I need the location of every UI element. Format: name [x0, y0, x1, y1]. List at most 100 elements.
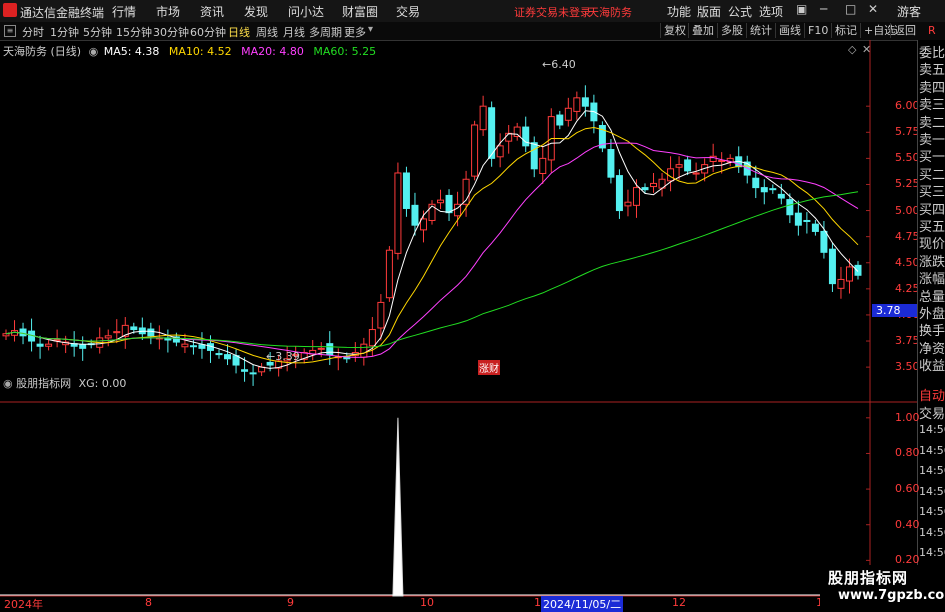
quote-field-label: 涨跌 [919, 254, 945, 270]
tab-period-60min[interactable]: 60分钟 [190, 24, 226, 40]
header-stock-name: 天海防务 [588, 6, 632, 19]
skin-icon[interactable]: ▣ [796, 2, 807, 16]
candle [249, 372, 257, 375]
candle [411, 204, 419, 226]
menu-item-trade[interactable]: 交易 [396, 3, 420, 20]
watermark-title: 股朋指标网 [828, 569, 909, 587]
candle [189, 345, 197, 348]
candle [45, 343, 53, 347]
candle [769, 188, 777, 191]
candle [326, 343, 334, 356]
menu-item-market[interactable]: 市场 [156, 3, 180, 20]
menu-item-quotes[interactable]: 行情 [112, 3, 136, 20]
multi-stock-button[interactable]: 多股 [717, 23, 746, 38]
quote-field-label: 买五 [919, 220, 945, 235]
quote-field-label: 外盘 [919, 307, 945, 322]
quote-field-label: 净资 [919, 341, 945, 357]
price-tick-label: 6.00 [895, 99, 920, 113]
candle [419, 218, 427, 231]
candle [198, 344, 206, 349]
menu-function[interactable]: 功能 [667, 3, 691, 20]
candle [632, 187, 640, 206]
tick-time: 14:56 [919, 464, 945, 477]
candle [147, 328, 155, 337]
candle [2, 333, 10, 337]
candle [786, 199, 794, 216]
candle [437, 199, 445, 204]
x-axis-label: 8 [145, 596, 152, 609]
candle [377, 301, 385, 329]
back-button[interactable]: 返回 [890, 23, 919, 38]
candle [394, 172, 402, 254]
price-tick-label: 5.25 [895, 177, 920, 191]
draw-line-button[interactable]: 画线 [775, 23, 804, 38]
tab-period-monthly[interactable]: 月线 [283, 24, 305, 40]
tab-period-weekly[interactable]: 周线 [256, 24, 278, 40]
cursor-date-label: 2024/11/05/二 [541, 596, 624, 612]
kline-chart[interactable] [0, 40, 917, 609]
maximize-icon[interactable]: □ [845, 2, 856, 16]
menu-item-discover[interactable]: 发现 [244, 3, 268, 20]
menu-layout[interactable]: 版面 [697, 3, 721, 20]
tab-period-5min[interactable]: 5分钟 [83, 24, 112, 40]
candle [752, 177, 760, 189]
current-price-badge: 3.78 [872, 304, 920, 317]
tab-period-daily[interactable]: 日线 [228, 24, 250, 40]
tab-period-1min[interactable]: 1分钟 [50, 24, 79, 40]
menu-item-news[interactable]: 资讯 [200, 3, 224, 20]
menu-item-ask[interactable]: 问小达 [288, 3, 324, 20]
candle [530, 142, 538, 170]
indicator-tick-label: 1.00 [895, 410, 920, 424]
price-tick-label: 4.25 [895, 281, 920, 295]
candle [607, 149, 615, 178]
tab-period-15min[interactable]: 15分钟 [116, 24, 152, 40]
quote-field-label: 卖三 [919, 98, 945, 114]
tick-time: 14:56 [919, 443, 945, 457]
tick-time: 14:56 [919, 546, 945, 559]
title-bar: 通达信金融终端 行情 市场 资讯 发现 问小达 财富圈 交易 证券交易未登录 天… [0, 0, 945, 23]
limit-up-badge[interactable]: 涨财 [478, 360, 500, 375]
quote-field-label: 委比 [919, 46, 945, 61]
candle [675, 164, 683, 168]
candle [837, 278, 845, 289]
login-status[interactable]: 证券交易未登录 [514, 4, 591, 20]
tab-period-30min[interactable]: 30分钟 [153, 24, 189, 40]
f10-button[interactable]: F10 [804, 23, 831, 38]
chevron-down-icon[interactable]: ▾ [368, 24, 373, 35]
candle [488, 107, 496, 159]
auto-label[interactable]: 自动 [919, 385, 945, 404]
sub-chart-legend: ◉ 股朋指标网 XG: 0.00 [3, 375, 126, 391]
x-axis-label: 12 [672, 596, 686, 609]
tab-period-more[interactable]: 更多 [344, 24, 366, 40]
statistics-button[interactable]: 统计 [746, 23, 775, 38]
price-tick-label: 5.50 [895, 151, 920, 165]
menu-options[interactable]: 选项 [759, 3, 783, 20]
close-icon[interactable]: ✕ [868, 2, 878, 16]
candle [224, 354, 232, 360]
list-icon[interactable]: ≡ [4, 25, 16, 37]
candle [564, 107, 572, 121]
candle [36, 343, 44, 347]
candle [624, 201, 632, 207]
candle [573, 97, 581, 112]
restore-right-button[interactable]: 复权 [660, 23, 689, 38]
xg-signal-spike [392, 417, 404, 597]
mark-button[interactable]: 标记 [831, 23, 860, 38]
r-icon[interactable]: R [928, 24, 936, 37]
candle [505, 132, 513, 142]
candle [445, 194, 453, 214]
tab-period-multi[interactable]: 多周期 [309, 24, 342, 40]
sub-settings-icon[interactable]: ◉ [3, 377, 13, 390]
candle [181, 343, 189, 348]
tab-period-timeshare[interactable]: 分时 [22, 24, 44, 40]
menu-item-wealth[interactable]: 财富圈 [342, 3, 378, 20]
quote-field-label: 买一 [919, 150, 945, 166]
menu-formula[interactable]: 公式 [728, 3, 752, 20]
overlay-button[interactable]: 叠加 [688, 23, 717, 38]
user-label[interactable]: 游客 [897, 3, 921, 20]
quote-field-label: 卖一 [919, 133, 945, 148]
price-tick-label: 4.50 [895, 255, 920, 269]
x-axis-label: 10 [420, 596, 434, 609]
indicator-tick-label: 0.60 [895, 482, 920, 496]
minimize-icon[interactable]: ─ [820, 2, 827, 16]
